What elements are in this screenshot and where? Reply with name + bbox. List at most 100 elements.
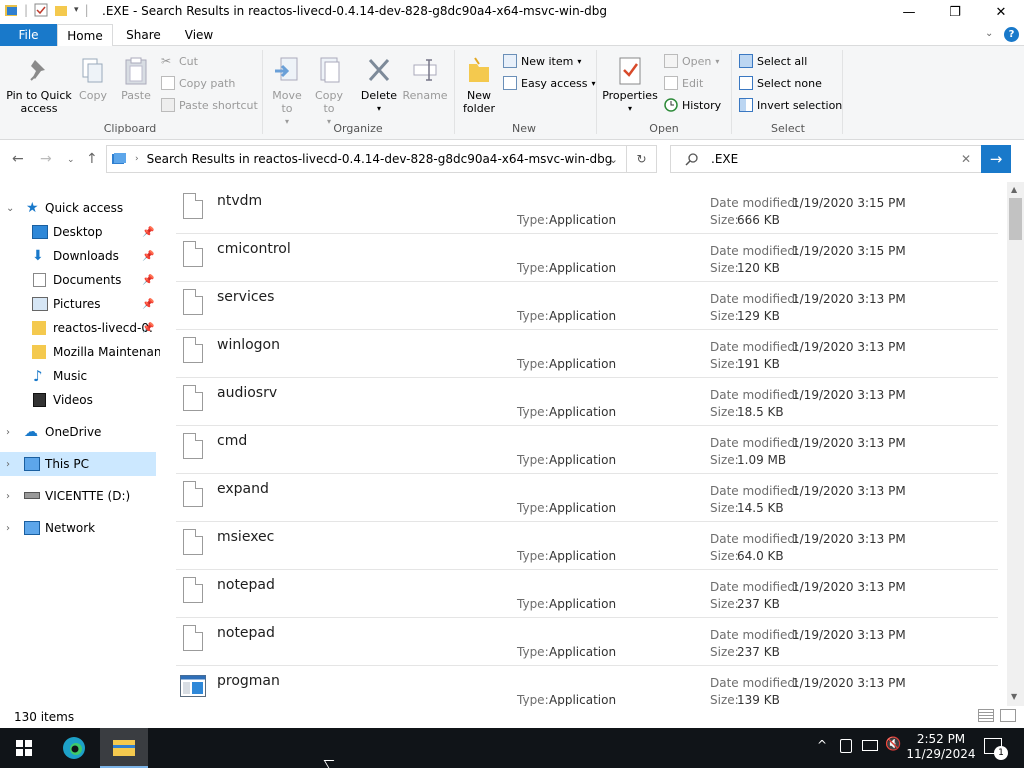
open-icon [664,54,678,68]
large-icons-view-icon[interactable] [1000,709,1016,722]
nav-this-pc[interactable]: › This PC [0,452,156,476]
network-status-icon[interactable] [862,740,878,751]
nav-reactos-folder[interactable]: reactos-livecd-0. 📌 [0,316,160,340]
expand-ribbon-icon[interactable]: ⌄ [985,28,993,39]
nav-mozilla-folder[interactable]: Mozilla Maintenanc [0,340,160,364]
select-all-button[interactable]: Select all [739,54,807,68]
list-item[interactable]: msiexec Type: Application Date modified:… [176,522,998,570]
nav-desktop[interactable]: Desktop 📌 [0,220,160,244]
list-item[interactable]: expand Type: Application Date modified: … [176,474,998,522]
nav-onedrive[interactable]: › ☁ OneDrive [0,420,160,444]
move-to-label: Move to [272,89,302,115]
start-button[interactable] [0,728,48,768]
list-item[interactable]: audiosrv Type: Application Date modified… [176,378,998,426]
vertical-scrollbar[interactable]: ▲ ▼ [1007,182,1024,706]
file-name: notepad [217,625,275,641]
minimize-button[interactable]: — [886,0,932,24]
tab-file[interactable]: File [0,24,57,46]
forward-button[interactable]: → [40,151,52,167]
collapsed-chevron-icon[interactable]: › [6,491,10,502]
file-name: ntvdm [217,193,263,209]
nav-drive-d[interactable]: › VICENTTE (D:) [0,484,160,508]
explorer-icon[interactable] [4,3,18,17]
open-button[interactable]: Open ▾ [664,54,719,68]
collapsed-chevron-icon[interactable]: › [6,427,10,438]
paste-shortcut-icon [161,98,175,112]
cut-button[interactable]: ✂ Cut [161,54,198,68]
copy-to-button[interactable]: Copy to ▾ [310,56,348,128]
rename-button[interactable]: Rename [402,56,448,102]
edge-taskbar-button[interactable] [50,728,98,768]
new-folder-button[interactable]: New folder [458,56,500,115]
new-folder-qat-icon[interactable] [54,3,68,17]
nav-music[interactable]: ♪ Music [0,364,160,388]
up-button[interactable]: ↑ [86,151,98,167]
refresh-button[interactable]: ↻ [626,146,656,172]
nav-downloads[interactable]: ⬇ Downloads 📌 [0,244,160,268]
address-field[interactable]: › Search Results in reactos-livecd-0.4.1… [106,145,657,173]
title-bar: | ▾ | .EXE - Search Results in reactos-l… [0,0,1024,24]
help-button[interactable]: ? [1004,27,1019,42]
scroll-down-icon[interactable]: ▼ [1011,692,1017,701]
collapsed-chevron-icon[interactable]: › [6,459,10,470]
copy-button[interactable]: Copy [76,56,110,102]
nav-quick-access[interactable]: ⌄ ★ Quick access [0,196,160,220]
device-icon[interactable] [840,739,852,753]
recent-locations-button[interactable]: ⌄ [67,155,75,165]
tab-home[interactable]: Home [57,24,113,47]
type-label: Type: [517,693,549,706]
maximize-button[interactable]: ❐ [932,0,978,24]
nav-pictures[interactable]: Pictures 📌 [0,292,160,316]
search-box[interactable]: .EXE ✕ [670,145,982,173]
nav-documents[interactable]: Documents 📌 [0,268,160,292]
copy-path-button[interactable]: Copy path [161,76,235,90]
file-type: Application [549,405,617,419]
nav-videos[interactable]: Videos [0,388,160,412]
history-button[interactable]: History [664,98,721,112]
expand-chevron-icon[interactable]: ⌄ [6,203,14,214]
list-item[interactable]: progman Type: Application Date modified:… [176,666,998,706]
tab-share[interactable]: Share [116,24,171,46]
clear-search-icon[interactable]: ✕ [961,152,971,166]
properties-button[interactable]: Properties ▾ [602,56,658,115]
delete-label: Delete [360,89,398,102]
back-button[interactable]: ← [12,151,24,167]
select-none-button[interactable]: Select none [739,76,822,90]
nav-network[interactable]: › Network [0,516,160,540]
edit-button[interactable]: Edit [664,76,703,90]
show-hidden-icons-icon[interactable]: ^ [817,738,827,752]
list-item[interactable]: services Type: Application Date modified… [176,282,998,330]
search-go-button[interactable]: → [981,145,1011,173]
scroll-up-icon[interactable]: ▲ [1011,185,1017,194]
list-item[interactable]: notepad Type: Application Date modified:… [176,618,998,666]
properties-qat-icon[interactable] [34,3,48,17]
paste-shortcut-button[interactable]: Paste shortcut [161,98,258,112]
list-item[interactable]: ntvdm Type: Application Date modified: 1… [176,186,998,234]
desktop-icon [32,225,48,239]
tab-view[interactable]: View [172,24,226,46]
move-to-button[interactable]: Move to ▾ [268,56,306,128]
customize-qat-icon[interactable]: ▾ [74,5,79,15]
file-explorer-taskbar-button[interactable] [100,728,148,768]
pin-to-quick-access-button[interactable]: Pin to Quick access [4,56,74,115]
breadcrumb-chevron-icon[interactable]: › [135,154,139,164]
clock[interactable]: 2:52 PM 11/29/2024 [906,732,976,762]
date-label: Date modified: [710,580,800,594]
scrollbar-thumb[interactable] [1009,198,1022,240]
list-item[interactable]: cmd Type: Application Date modified: 1/1… [176,426,998,474]
invert-selection-button[interactable]: Invert selection [739,98,842,112]
paste-button[interactable]: Paste [118,56,154,102]
list-item[interactable]: winlogon Type: Application Date modified… [176,330,998,378]
easy-access-button[interactable]: Easy access ▾ [503,76,596,90]
list-item[interactable]: cmicontrol Type: Application Date modifi… [176,234,998,282]
new-item-button[interactable]: New item ▾ [503,54,581,68]
list-item[interactable]: notepad Type: Application Date modified:… [176,570,998,618]
collapsed-chevron-icon[interactable]: › [6,523,10,534]
volume-muted-icon[interactable]: 🔇 [885,737,901,752]
delete-button[interactable]: Delete ▾ [358,56,400,115]
copy-icon [82,58,103,83]
details-view-icon[interactable] [978,709,994,722]
address-dropdown-icon[interactable]: ⌄ [609,153,618,166]
close-button[interactable]: ✕ [978,0,1024,24]
file-date: 1/19/2020 3:15 PM [792,244,906,258]
